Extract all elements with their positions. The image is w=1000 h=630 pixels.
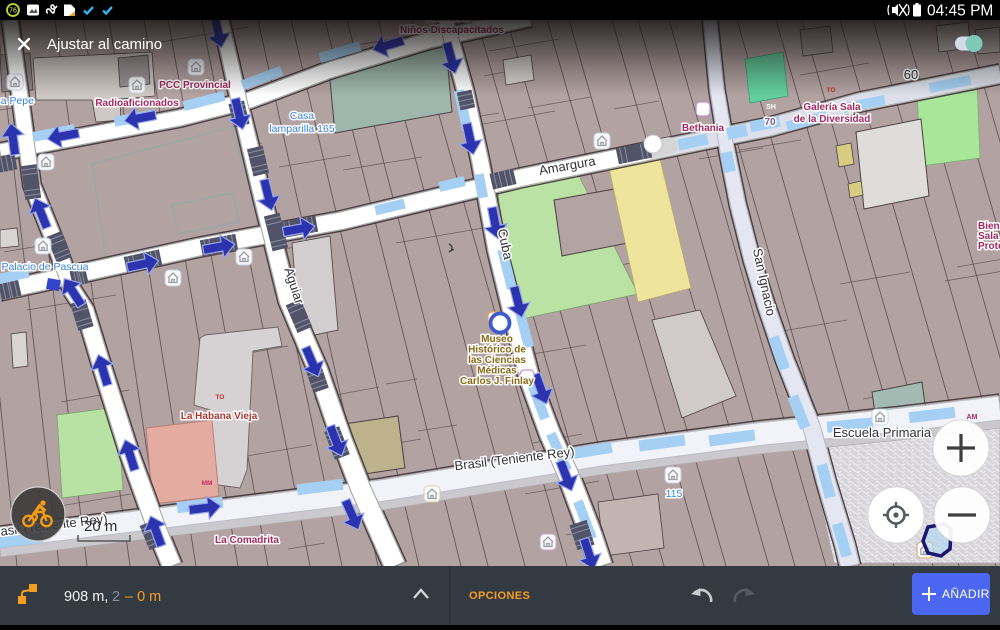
svg-text:AÑADIR: AÑADIR	[942, 587, 990, 601]
svg-text:OPCIONES: OPCIONES	[469, 590, 530, 602]
svg-text:Escuela Primaria: Escuela Primaria	[833, 425, 932, 440]
svg-text:Ajustar al camino: Ajustar al camino	[47, 36, 162, 53]
svg-text:70: 70	[764, 117, 776, 128]
svg-text:de la Diversidad: de la Diversidad	[794, 114, 871, 125]
svg-text:76: 76	[9, 8, 17, 15]
svg-text:2: 2	[112, 589, 120, 605]
svg-text:Médicas: Médicas	[477, 366, 517, 377]
svg-text:MM: MM	[202, 480, 213, 487]
svg-text:Casa: Casa	[290, 110, 315, 122]
svg-text:Protectora: Protectora	[978, 241, 1000, 252]
svg-text:TO: TO	[216, 394, 225, 401]
svg-text:– 0 m: – 0 m	[125, 589, 161, 605]
svg-text:04:45 PM: 04:45 PM	[927, 3, 993, 20]
svg-text:AM: AM	[967, 414, 978, 421]
svg-text:SH: SH	[766, 104, 776, 111]
svg-text:Palacio de Pascua: Palacio de Pascua	[2, 261, 89, 273]
svg-text:Bethania: Bethania	[682, 123, 725, 134]
svg-text:Carlos J. Finlay: Carlos J. Finlay	[460, 376, 534, 387]
svg-text:115: 115	[666, 488, 683, 500]
svg-text:las Ciencias: las Ciencias	[468, 355, 526, 366]
svg-text:lamparilla 165: lamparilla 165	[269, 123, 335, 135]
svg-text:20 m: 20 m	[84, 518, 117, 535]
svg-text:Museo: Museo	[481, 334, 513, 345]
svg-text:Casa Pepe: Casa Pepe	[0, 95, 34, 107]
svg-text:Galería Sala: Galería Sala	[803, 102, 861, 113]
svg-text:Histórico de: Histórico de	[468, 345, 526, 356]
svg-text:Radioaficionados: Radioaficionados	[95, 98, 179, 109]
svg-text:La Comadrita: La Comadrita	[215, 535, 279, 546]
svg-text:908 m,: 908 m,	[64, 589, 108, 605]
svg-text:La Habana Vieja: La Habana Vieja	[181, 411, 258, 422]
